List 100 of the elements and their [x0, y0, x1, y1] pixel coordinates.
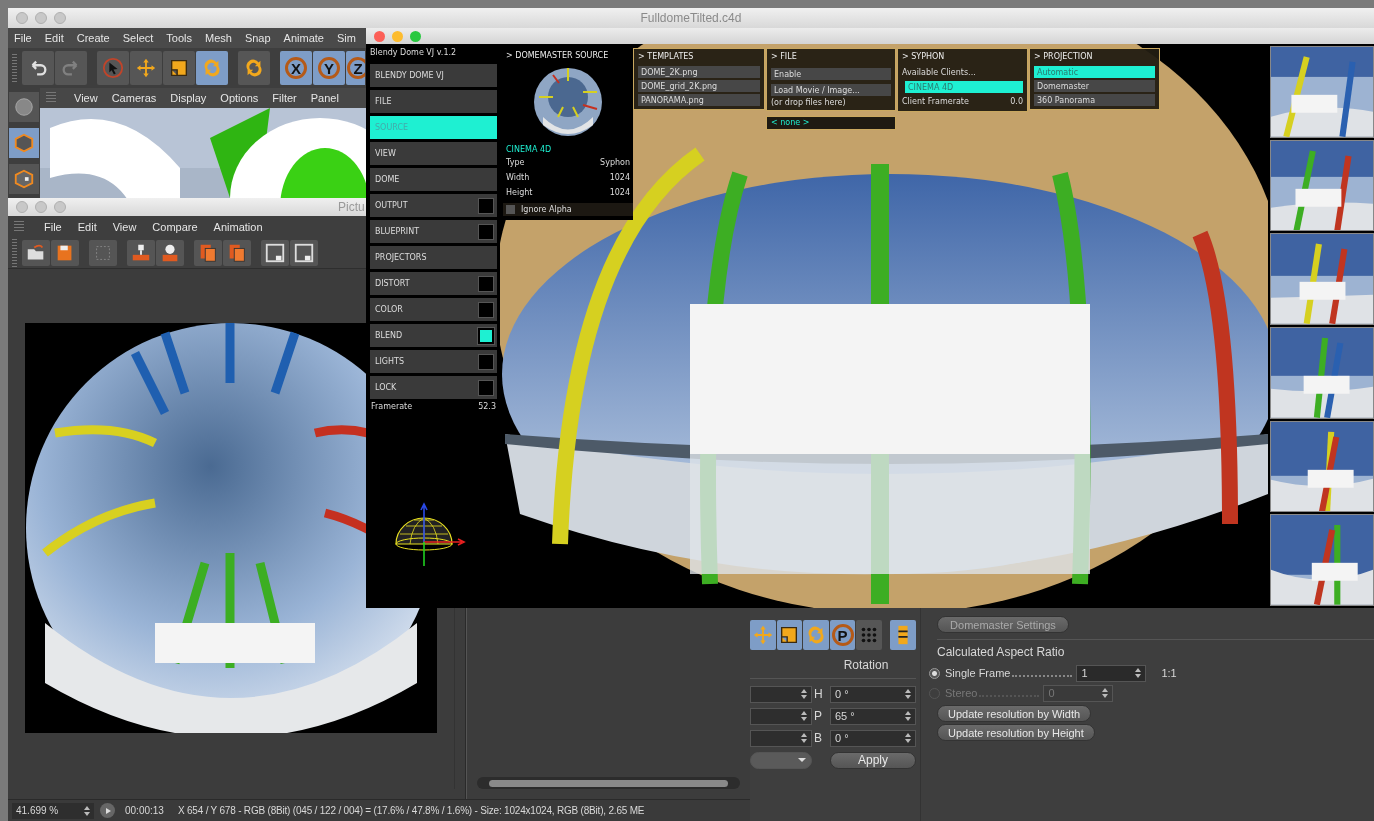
menu-item[interactable]: Animate — [283, 32, 324, 44]
menu-button[interactable]: BLUEPRINT — [370, 220, 497, 243]
tool-button[interactable] — [156, 240, 184, 266]
tool-button[interactable] — [22, 51, 54, 85]
spinner-icon[interactable] — [1102, 688, 1109, 698]
menu-item[interactable]: Select — [122, 32, 154, 44]
axis-button[interactable]: Z — [346, 51, 365, 85]
menu-button[interactable]: OUTPUT — [370, 194, 497, 217]
menu-item[interactable]: Animation — [213, 221, 263, 233]
spinner-icon[interactable] — [801, 689, 807, 699]
menu-item[interactable]: Options — [220, 92, 259, 104]
spinner-icon[interactable] — [905, 733, 911, 743]
frame-icon — [293, 242, 315, 264]
scrollbar[interactable] — [477, 777, 740, 789]
menu-button[interactable]: DISTORT — [370, 272, 497, 295]
field-label: H — [814, 687, 824, 701]
tool-button[interactable] — [97, 51, 129, 85]
menu-button[interactable]: PROJECTORS — [370, 246, 497, 269]
menu-item[interactable]: Create — [76, 32, 110, 44]
number-field[interactable]: 65 ° — [830, 707, 916, 725]
toggle-box[interactable] — [478, 379, 494, 396]
number-field[interactable]: 0 ° — [830, 729, 916, 747]
spinner-icon[interactable] — [801, 733, 807, 743]
palette-button[interactable] — [9, 128, 39, 158]
sphere-icon — [13, 96, 35, 118]
menu-button[interactable]: DOME — [370, 168, 497, 191]
tool-button[interactable] — [890, 620, 916, 650]
menu-item[interactable]: Cameras — [111, 92, 157, 104]
tool-button[interactable] — [22, 240, 50, 266]
field-label: P — [814, 709, 823, 723]
palette-button[interactable] — [9, 92, 39, 122]
tool-button[interactable] — [130, 51, 162, 85]
move-icon — [751, 624, 774, 646]
play-button[interactable] — [100, 803, 115, 818]
number-field[interactable] — [750, 685, 812, 703]
app-version: Blendy Dome VJ v.1.2 — [370, 48, 458, 59]
menu-item[interactable]: File — [14, 32, 32, 44]
checker-cube-icon — [13, 168, 35, 190]
tool-button[interactable] — [290, 240, 318, 266]
menu-item[interactable]: View — [74, 92, 98, 104]
menu-item[interactable]: View — [112, 221, 137, 233]
menu-button[interactable]: BLENDY DOME VJ — [370, 64, 497, 87]
scale-icon — [168, 57, 190, 79]
apply-button[interactable]: Apply — [830, 751, 916, 769]
radio-button[interactable] — [929, 667, 940, 679]
menu-button[interactable]: COLOR — [370, 298, 497, 321]
menu-item[interactable]: Snap — [244, 32, 271, 44]
number-field[interactable]: 0 ° — [830, 685, 916, 703]
tool-button[interactable] — [127, 240, 155, 266]
number-field[interactable]: 1 — [1076, 664, 1147, 682]
axis-button[interactable]: P — [829, 620, 856, 650]
menu-button[interactable]: LOCK — [370, 376, 497, 399]
window-title: FulldomeTilted.c4d — [640, 11, 742, 25]
update-button[interactable]: Update resolution by Height — [937, 724, 1095, 741]
toggle-box[interactable] — [478, 197, 494, 214]
spinner-icon[interactable] — [1135, 668, 1142, 678]
spinner-icon[interactable] — [905, 689, 911, 699]
menu-item[interactable]: Filter — [272, 92, 297, 104]
number-field[interactable] — [750, 707, 812, 725]
menu-button[interactable]: LIGHTS — [370, 350, 497, 373]
close-button[interactable] — [374, 30, 385, 42]
toggle-box[interactable] — [478, 223, 494, 240]
toggle-box[interactable] — [478, 301, 494, 318]
tool-button[interactable] — [194, 240, 222, 266]
menu-button[interactable]: FILE — [370, 90, 497, 113]
update-button[interactable]: Update resolution by Width — [937, 705, 1092, 722]
menu-item[interactable]: Mesh — [205, 32, 232, 44]
number-field[interactable] — [750, 729, 812, 747]
menu-item[interactable]: Display — [170, 92, 207, 104]
caret-icon — [797, 755, 807, 765]
tool-button[interactable] — [238, 51, 270, 85]
menu-item[interactable]: File — [44, 221, 62, 233]
option-label: Single Frame — [945, 667, 1011, 679]
toggle-box[interactable] — [478, 353, 494, 370]
menu-button[interactable]: BLEND — [370, 324, 497, 347]
section-heading: Calculated Aspect Ratio — [937, 645, 1065, 659]
menu-item[interactable]: Panel — [310, 92, 339, 104]
tool-button[interactable] — [163, 51, 195, 85]
menu-item[interactable]: Sim — [336, 32, 356, 44]
menu-item[interactable]: Edit — [44, 32, 64, 44]
option-label: Stereo — [945, 687, 978, 699]
spinner-icon[interactable] — [84, 805, 90, 816]
menu-item[interactable]: Edit — [77, 221, 97, 233]
toggle-box[interactable] — [478, 327, 494, 344]
tool-button[interactable] — [51, 240, 79, 266]
axis-button[interactable]: X — [280, 51, 312, 85]
zoom-field[interactable]: 41.699 % — [12, 802, 94, 819]
menu-button[interactable]: VIEW — [370, 142, 497, 165]
tool-button[interactable] — [223, 240, 251, 266]
tool-button[interactable] — [776, 620, 803, 650]
cube-icon — [13, 132, 35, 154]
spinner-icon[interactable] — [905, 711, 911, 721]
framerate-label: Framerate — [371, 402, 413, 411]
tool-button[interactable] — [261, 240, 289, 266]
spinner-icon[interactable] — [801, 711, 807, 721]
palette-button[interactable] — [9, 164, 39, 194]
menu-item[interactable]: Tools — [166, 32, 192, 44]
toggle-box[interactable] — [478, 275, 494, 292]
axis-button[interactable]: Y — [313, 51, 345, 85]
menu-item[interactable]: Compare — [152, 221, 198, 233]
